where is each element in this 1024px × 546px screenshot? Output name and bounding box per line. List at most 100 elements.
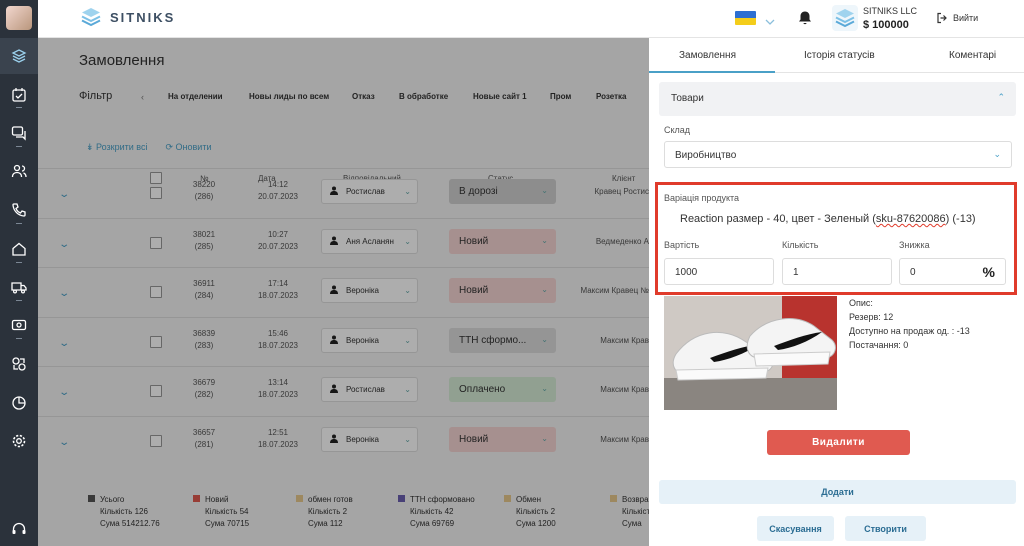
- table-row[interactable]: ⌄ 36679 (282) 13:14 18.07.2023 Ростислав ⌄ Опла…: [38, 366, 649, 416]
- client-name[interactable]: Максим Крав: [600, 435, 649, 444]
- calendar-check-icon[interactable]: [9, 85, 29, 105]
- settings-icon[interactable]: [9, 431, 29, 451]
- filter-tab[interactable]: Пром: [550, 92, 571, 101]
- truck-icon[interactable]: [9, 277, 29, 297]
- chevron-left-icon[interactable]: ‹: [141, 92, 144, 102]
- chevron-down-icon: ⌄: [541, 433, 548, 443]
- order-number[interactable]: 36657 (281): [186, 427, 222, 451]
- price-input[interactable]: 1000: [664, 258, 774, 285]
- order-date: 14:12 20.07.2023: [257, 180, 299, 201]
- table-row[interactable]: ⌄ 36839 (283) 15:46 18.07.2023 Вероніка ⌄ ТТН с…: [38, 316, 649, 367]
- order-number[interactable]: 36679 (282): [186, 377, 222, 401]
- client-name[interactable]: Максим Крав: [600, 385, 649, 394]
- delete-button[interactable]: Видалити: [767, 430, 910, 455]
- warehouse-value: Виробництво: [675, 150, 737, 161]
- layers-icon[interactable]: [9, 46, 29, 66]
- product-supply: Постачання: 0: [849, 340, 909, 350]
- table-row[interactable]: ⌄ 38220 (286) 14:12 20.07.2023 Ростислав ⌄ В до…: [38, 168, 649, 218]
- variation-select[interactable]: Reaction размер - 40, цвет - Зеленый (sk…: [680, 213, 976, 225]
- logo-text: SITNIKS: [110, 9, 176, 25]
- status-select[interactable]: Оплачено ⌄: [449, 377, 556, 402]
- order-number[interactable]: 36911 (284): [186, 278, 222, 302]
- refresh-button[interactable]: ⟳ Оновити: [166, 142, 221, 153]
- support-headset-icon[interactable]: [9, 519, 29, 539]
- status-select[interactable]: Новий ⌄: [449, 228, 556, 254]
- warehouse-select[interactable]: Виробництво ⌄: [664, 141, 1012, 168]
- active-tab-indicator: [649, 71, 775, 73]
- expand-row-icon[interactable]: ⌄: [58, 189, 70, 200]
- filter-label[interactable]: Фільтр: [79, 90, 112, 102]
- expand-row-icon[interactable]: ⌄: [58, 338, 70, 349]
- filter-tab[interactable]: Отказ: [352, 92, 375, 101]
- chevron-down-icon: ⌄: [541, 334, 548, 344]
- tab-status-history[interactable]: Історія статусів: [804, 50, 875, 61]
- responsible-select[interactable]: Вероніка ⌄: [321, 327, 418, 353]
- language-flag-ukraine[interactable]: [735, 11, 756, 25]
- row-checkbox[interactable]: [150, 286, 162, 298]
- order-date: 15:46 18.07.2023: [257, 328, 299, 350]
- quantity-input[interactable]: 1: [782, 258, 892, 285]
- expand-row-icon[interactable]: ⌄: [58, 437, 70, 448]
- client-name[interactable]: Максим Кравец №: [580, 286, 649, 295]
- table-row[interactable]: ⌄ 36911 (284) 17:14 18.07.2023 Вероніка ⌄ Новий…: [38, 267, 649, 317]
- filter-tab[interactable]: Новы лиды по всем: [249, 92, 329, 101]
- row-checkbox[interactable]: [150, 236, 162, 249]
- expand-row-icon[interactable]: ⌄: [58, 387, 70, 398]
- status-select[interactable]: Новий ⌄: [449, 278, 556, 303]
- expand-row-icon[interactable]: ⌄: [58, 288, 70, 299]
- filter-tab[interactable]: Розетка: [596, 92, 627, 101]
- expand-row-icon[interactable]: ⌄: [58, 239, 70, 250]
- tab-comments[interactable]: Коментарі: [949, 50, 996, 61]
- product-available: Доступно на продаж од. : -13: [849, 326, 970, 336]
- chat-icon[interactable]: [9, 123, 29, 143]
- list-actions: ↡ Розкрити всі ⟳ Оновити: [86, 142, 229, 153]
- create-button[interactable]: Створити: [845, 516, 926, 541]
- legend-item: Возвра Кількість Сума: [610, 494, 654, 530]
- pie-chart-icon[interactable]: [9, 393, 29, 413]
- order-number[interactable]: 36839 (283): [186, 328, 222, 352]
- filter-tab[interactable]: В обработке: [399, 92, 448, 101]
- expand-all-button[interactable]: ↡ Розкрити всі: [86, 142, 157, 153]
- logout-button[interactable]: Вийти: [936, 12, 978, 24]
- cancel-button[interactable]: Скасування: [757, 516, 834, 541]
- cash-icon[interactable]: [9, 315, 29, 335]
- responsible-select[interactable]: Ростислав ⌄: [321, 377, 418, 402]
- integrations-icon[interactable]: [9, 354, 29, 374]
- filter-tab[interactable]: Новые сайт 1: [473, 92, 527, 101]
- row-checkbox[interactable]: [150, 385, 162, 397]
- legend-swatch: [88, 495, 95, 502]
- client-name[interactable]: Ведмеденко А: [596, 237, 649, 246]
- chevron-down-icon: ⌄: [404, 286, 411, 295]
- responsible-select[interactable]: Вероніка ⌄: [321, 278, 418, 303]
- home-icon[interactable]: [9, 239, 29, 259]
- order-number[interactable]: 38220 (286): [186, 179, 222, 203]
- table-row[interactable]: ⌄ 36657 (281) 12:51 18.07.2023 Вероніка ⌄ Новий…: [38, 415, 649, 466]
- row-checkbox[interactable]: [150, 187, 162, 199]
- table-row[interactable]: ⌄ 38021 (285) 10:27 20.07.2023 Аня Асланян ⌄ Но…: [38, 217, 649, 268]
- discount-input[interactable]: 0%: [899, 258, 1006, 285]
- responsible-select[interactable]: Ростислав ⌄: [321, 179, 418, 204]
- app-logo[interactable]: SITNIKS: [80, 6, 175, 28]
- order-number[interactable]: 38021 (285): [186, 229, 222, 253]
- status-select[interactable]: Новий ⌄: [449, 426, 556, 452]
- goods-accordion-header[interactable]: Товари ⌃: [659, 82, 1016, 116]
- tab-order[interactable]: Замовлення: [679, 50, 736, 61]
- row-checkbox[interactable]: [150, 434, 162, 447]
- variation-text: Reaction размер - 40, цвет - Зеленый (: [680, 213, 876, 225]
- bell-icon[interactable]: [797, 10, 813, 31]
- status-select[interactable]: В дорозі ⌄: [449, 179, 556, 204]
- users-icon[interactable]: [9, 161, 29, 181]
- filter-tab[interactable]: На отделении: [168, 92, 223, 101]
- row-checkbox[interactable]: [150, 335, 162, 348]
- order-date: 13:14 18.07.2023: [257, 378, 299, 399]
- chevron-down-icon[interactable]: [765, 13, 775, 31]
- phone-icon[interactable]: [9, 200, 29, 220]
- responsible-select[interactable]: Аня Асланян ⌄: [321, 228, 418, 254]
- status-select[interactable]: ТТН сформо... ⌄: [449, 327, 556, 353]
- responsible-select[interactable]: Вероніка ⌄: [321, 426, 418, 452]
- percent-toggle[interactable]: %: [983, 264, 995, 280]
- add-button[interactable]: Додати: [659, 480, 1016, 504]
- avatar[interactable]: [6, 6, 32, 30]
- client-name[interactable]: Кравец Ростис: [594, 187, 649, 196]
- client-name[interactable]: Максим Крав: [600, 336, 649, 345]
